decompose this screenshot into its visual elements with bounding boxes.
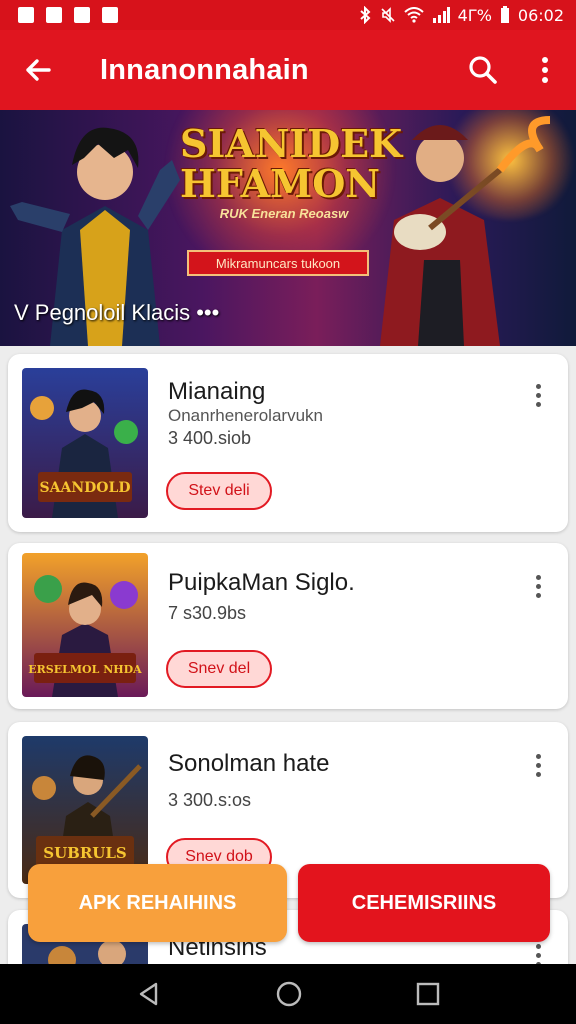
- system-nav-bar: [0, 964, 576, 1024]
- item-action-button[interactable]: Snev del: [166, 650, 272, 688]
- app-bar: Innanonnahain: [0, 30, 576, 110]
- notification-icon: [18, 7, 34, 23]
- notification-icon: [46, 7, 62, 23]
- more-vertical-icon: [535, 392, 541, 398]
- thumbnail-label: ERSELMOL NHDA: [28, 663, 142, 676]
- mute-icon: [381, 7, 395, 23]
- search-button[interactable]: [452, 30, 514, 110]
- item-description: Onanrhenerolarvukn: [168, 406, 323, 425]
- notification-icon: [102, 7, 118, 23]
- item-overflow-button[interactable]: [524, 569, 552, 603]
- banner-caption: V Pegnoloil Klacis •••: [14, 300, 220, 325]
- status-icons: 4Γ% 06:02: [358, 6, 564, 25]
- apk-button[interactable]: APK REHAIHINS: [28, 864, 287, 942]
- cheme-button[interactable]: CEHEMISRIINS: [298, 864, 550, 942]
- bluetooth-icon: [359, 6, 371, 24]
- battery-text: 4Γ%: [457, 5, 492, 25]
- notification-icon: [74, 7, 90, 23]
- item-size: 3 400.siob: [168, 428, 252, 448]
- thumbnail-label: SUBRULS: [43, 844, 127, 862]
- item-title: PuipkaMan Siglo.: [168, 569, 355, 596]
- nav-recents-icon[interactable]: [416, 982, 440, 1006]
- more-vertical-icon: [535, 943, 541, 949]
- item-action-button[interactable]: Stev deli: [166, 472, 272, 510]
- item-size: 7 s30.9bs: [168, 603, 247, 623]
- arrow-left-icon: [26, 59, 51, 81]
- featured-banner[interactable]: SIANIDEK HFAMON RUK Eneran Reoasw Mikram…: [0, 110, 576, 346]
- signal-icon: [432, 7, 450, 23]
- game-thumbnail: SAANDOLD: [22, 368, 148, 518]
- wifi-icon: [403, 7, 424, 23]
- page-title: Innanonnahain: [100, 53, 309, 86]
- game-thumbnail: ERSELMOL NHDA: [22, 553, 148, 697]
- item-title: Sonolman hate: [168, 750, 330, 777]
- item-title: Mianaing: [168, 378, 266, 405]
- more-vertical-icon: [535, 762, 541, 768]
- app-screen: 4Γ% 06:02 Innanonnahain SIANIDEK HFAMON …: [0, 0, 576, 1024]
- more-vertical-icon: [535, 401, 541, 407]
- battery-icon: [500, 6, 509, 23]
- banner-title: SIANIDEK HFAMON: [180, 121, 403, 206]
- item-overflow-button[interactable]: [524, 378, 552, 412]
- thumbnail-label: SAANDOLD: [40, 480, 131, 496]
- banner-tag-button[interactable]: Mikramuncars tukoon: [187, 250, 369, 276]
- clock: 06:02: [517, 5, 564, 25]
- banner-title-line: HFAMON: [180, 161, 381, 206]
- more-vertical-icon: [535, 592, 541, 598]
- nav-back-icon[interactable]: [136, 981, 162, 1007]
- more-vertical-icon: [535, 583, 541, 589]
- game-thumbnail: SUBRULS: [22, 736, 148, 884]
- list-item[interactable]: ERSELMOL NHDA PuipkaMan Siglo. 7 s30.9bs…: [8, 543, 568, 709]
- more-vertical-icon: [542, 57, 548, 83]
- item-size: 3 300.s:os: [168, 790, 252, 810]
- more-vertical-icon: [535, 574, 541, 580]
- item-overflow-button[interactable]: [524, 748, 552, 782]
- banner-title-line: SIANIDEK: [180, 121, 403, 166]
- search-icon: [469, 56, 497, 84]
- status-bar: 4Γ% 06:02: [0, 0, 576, 30]
- more-vertical-icon: [535, 771, 541, 777]
- more-vertical-icon: [535, 753, 541, 759]
- overflow-menu-button[interactable]: [514, 30, 576, 110]
- more-vertical-icon: [535, 383, 541, 389]
- back-button[interactable]: [0, 30, 76, 110]
- nav-home-icon[interactable]: [275, 980, 303, 1008]
- list-item[interactable]: SAANDOLD Mianaing Onanrhenerolarvukn 3 4…: [8, 354, 568, 532]
- notification-icons: [18, 7, 118, 23]
- more-vertical-icon: [535, 952, 541, 958]
- banner-subtitle: RUK Eneran Reoasw: [219, 206, 349, 221]
